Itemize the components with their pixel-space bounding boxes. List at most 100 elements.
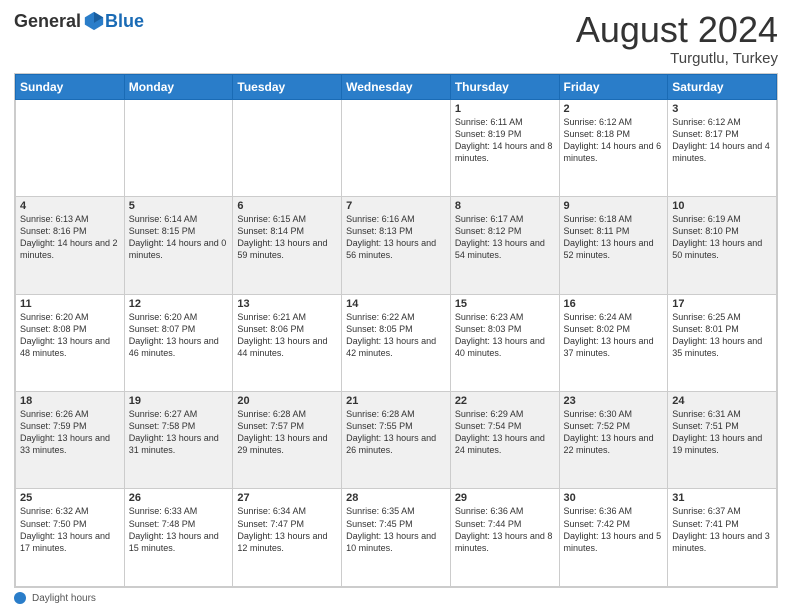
day-info: Sunrise: 6:32 AMSunset: 7:50 PMDaylight:… — [20, 505, 120, 554]
day-number: 29 — [455, 492, 555, 504]
day-info: Sunrise: 6:21 AMSunset: 8:06 PMDaylight:… — [237, 311, 337, 360]
day-info: Sunrise: 6:26 AMSunset: 7:59 PMDaylight:… — [20, 408, 120, 457]
day-number: 12 — [129, 298, 229, 310]
day-info: Sunrise: 6:28 AMSunset: 7:57 PMDaylight:… — [237, 408, 337, 457]
calendar-cell: 18Sunrise: 6:26 AMSunset: 7:59 PMDayligh… — [16, 392, 125, 489]
calendar-body: 1Sunrise: 6:11 AMSunset: 8:19 PMDaylight… — [16, 99, 777, 586]
title-block: August 2024 Turgutlu, Turkey — [576, 10, 778, 67]
day-info: Sunrise: 6:34 AMSunset: 7:47 PMDaylight:… — [237, 505, 337, 554]
header-day-sunday: Sunday — [16, 74, 125, 99]
calendar-cell: 19Sunrise: 6:27 AMSunset: 7:58 PMDayligh… — [124, 392, 233, 489]
footer-label: Daylight hours — [32, 593, 96, 604]
calendar-cell: 3Sunrise: 6:12 AMSunset: 8:17 PMDaylight… — [668, 99, 777, 196]
logo-general: General — [14, 11, 81, 32]
calendar-cell: 31Sunrise: 6:37 AMSunset: 7:41 PMDayligh… — [668, 489, 777, 587]
calendar-header: SundayMondayTuesdayWednesdayThursdayFrid… — [16, 74, 777, 99]
calendar-cell: 10Sunrise: 6:19 AMSunset: 8:10 PMDayligh… — [668, 197, 777, 294]
day-info: Sunrise: 6:37 AMSunset: 7:41 PMDaylight:… — [672, 505, 772, 554]
day-info: Sunrise: 6:35 AMSunset: 7:45 PMDaylight:… — [346, 505, 446, 554]
day-number: 27 — [237, 492, 337, 504]
day-number: 22 — [455, 395, 555, 407]
day-number: 14 — [346, 298, 446, 310]
week-row: 1Sunrise: 6:11 AMSunset: 8:19 PMDaylight… — [16, 99, 777, 196]
day-number: 23 — [564, 395, 664, 407]
day-number: 30 — [564, 492, 664, 504]
day-info: Sunrise: 6:25 AMSunset: 8:01 PMDaylight:… — [672, 311, 772, 360]
day-number: 6 — [237, 200, 337, 212]
day-number: 9 — [564, 200, 664, 212]
header-day-saturday: Saturday — [668, 74, 777, 99]
day-number: 18 — [20, 395, 120, 407]
week-row: 25Sunrise: 6:32 AMSunset: 7:50 PMDayligh… — [16, 489, 777, 587]
day-info: Sunrise: 6:19 AMSunset: 8:10 PMDaylight:… — [672, 213, 772, 262]
header-day-tuesday: Tuesday — [233, 74, 342, 99]
header-day-friday: Friday — [559, 74, 668, 99]
day-number: 7 — [346, 200, 446, 212]
day-number: 24 — [672, 395, 772, 407]
day-number: 25 — [20, 492, 120, 504]
day-number: 17 — [672, 298, 772, 310]
calendar-cell: 21Sunrise: 6:28 AMSunset: 7:55 PMDayligh… — [342, 392, 451, 489]
day-info: Sunrise: 6:31 AMSunset: 7:51 PMDaylight:… — [672, 408, 772, 457]
day-number: 28 — [346, 492, 446, 504]
header-row: SundayMondayTuesdayWednesdayThursdayFrid… — [16, 74, 777, 99]
header-day-monday: Monday — [124, 74, 233, 99]
calendar-cell: 26Sunrise: 6:33 AMSunset: 7:48 PMDayligh… — [124, 489, 233, 587]
day-info: Sunrise: 6:24 AMSunset: 8:02 PMDaylight:… — [564, 311, 664, 360]
calendar-cell — [342, 99, 451, 196]
day-info: Sunrise: 6:28 AMSunset: 7:55 PMDaylight:… — [346, 408, 446, 457]
day-info: Sunrise: 6:12 AMSunset: 8:17 PMDaylight:… — [672, 116, 772, 165]
day-info: Sunrise: 6:12 AMSunset: 8:18 PMDaylight:… — [564, 116, 664, 165]
day-number: 21 — [346, 395, 446, 407]
calendar-cell: 25Sunrise: 6:32 AMSunset: 7:50 PMDayligh… — [16, 489, 125, 587]
calendar-cell: 30Sunrise: 6:36 AMSunset: 7:42 PMDayligh… — [559, 489, 668, 587]
calendar-cell: 7Sunrise: 6:16 AMSunset: 8:13 PMDaylight… — [342, 197, 451, 294]
day-info: Sunrise: 6:29 AMSunset: 7:54 PMDaylight:… — [455, 408, 555, 457]
calendar-cell: 22Sunrise: 6:29 AMSunset: 7:54 PMDayligh… — [450, 392, 559, 489]
calendar-cell: 15Sunrise: 6:23 AMSunset: 8:03 PMDayligh… — [450, 294, 559, 391]
calendar-cell — [124, 99, 233, 196]
header: General Blue August 2024 Turgutlu, Turke… — [14, 10, 778, 67]
day-number: 4 — [20, 200, 120, 212]
calendar-cell: 1Sunrise: 6:11 AMSunset: 8:19 PMDaylight… — [450, 99, 559, 196]
day-number: 16 — [564, 298, 664, 310]
calendar-cell: 16Sunrise: 6:24 AMSunset: 8:02 PMDayligh… — [559, 294, 668, 391]
calendar-cell: 29Sunrise: 6:36 AMSunset: 7:44 PMDayligh… — [450, 489, 559, 587]
daylight-indicator — [14, 592, 26, 604]
day-info: Sunrise: 6:14 AMSunset: 8:15 PMDaylight:… — [129, 213, 229, 262]
day-info: Sunrise: 6:20 AMSunset: 8:07 PMDaylight:… — [129, 311, 229, 360]
location: Turgutlu, Turkey — [576, 50, 778, 67]
page: General Blue August 2024 Turgutlu, Turke… — [0, 0, 792, 612]
day-info: Sunrise: 6:30 AMSunset: 7:52 PMDaylight:… — [564, 408, 664, 457]
logo-icon — [83, 10, 105, 32]
day-number: 19 — [129, 395, 229, 407]
calendar-cell: 2Sunrise: 6:12 AMSunset: 8:18 PMDaylight… — [559, 99, 668, 196]
day-number: 26 — [129, 492, 229, 504]
day-number: 15 — [455, 298, 555, 310]
footer: Daylight hours — [14, 592, 778, 604]
calendar-cell: 24Sunrise: 6:31 AMSunset: 7:51 PMDayligh… — [668, 392, 777, 489]
calendar-cell: 9Sunrise: 6:18 AMSunset: 8:11 PMDaylight… — [559, 197, 668, 294]
day-number: 20 — [237, 395, 337, 407]
day-number: 3 — [672, 103, 772, 115]
day-number: 13 — [237, 298, 337, 310]
day-number: 8 — [455, 200, 555, 212]
day-info: Sunrise: 6:27 AMSunset: 7:58 PMDaylight:… — [129, 408, 229, 457]
calendar-cell: 12Sunrise: 6:20 AMSunset: 8:07 PMDayligh… — [124, 294, 233, 391]
day-info: Sunrise: 6:17 AMSunset: 8:12 PMDaylight:… — [455, 213, 555, 262]
day-info: Sunrise: 6:11 AMSunset: 8:19 PMDaylight:… — [455, 116, 555, 165]
day-number: 31 — [672, 492, 772, 504]
header-day-wednesday: Wednesday — [342, 74, 451, 99]
calendar-cell: 13Sunrise: 6:21 AMSunset: 8:06 PMDayligh… — [233, 294, 342, 391]
week-row: 4Sunrise: 6:13 AMSunset: 8:16 PMDaylight… — [16, 197, 777, 294]
calendar: SundayMondayTuesdayWednesdayThursdayFrid… — [14, 73, 778, 588]
header-day-thursday: Thursday — [450, 74, 559, 99]
calendar-cell: 6Sunrise: 6:15 AMSunset: 8:14 PMDaylight… — [233, 197, 342, 294]
calendar-cell — [233, 99, 342, 196]
calendar-cell: 28Sunrise: 6:35 AMSunset: 7:45 PMDayligh… — [342, 489, 451, 587]
day-number: 10 — [672, 200, 772, 212]
calendar-cell: 5Sunrise: 6:14 AMSunset: 8:15 PMDaylight… — [124, 197, 233, 294]
logo-text: General Blue — [14, 10, 144, 32]
day-info: Sunrise: 6:13 AMSunset: 8:16 PMDaylight:… — [20, 213, 120, 262]
calendar-cell: 20Sunrise: 6:28 AMSunset: 7:57 PMDayligh… — [233, 392, 342, 489]
